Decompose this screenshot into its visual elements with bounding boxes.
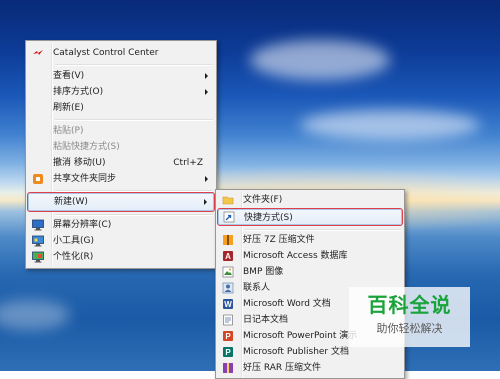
access-icon: A [222,250,234,262]
menu-item-label: 屏幕分辨率(C) [53,220,112,230]
submenu-item-rar-archive[interactable]: 好压 RAR 压缩文件 [218,360,402,376]
personalize-icon [32,251,44,263]
menu-item-label: 共享文件夹同步 [53,174,117,184]
menu-item-label: Microsoft PowerPoint 演示 [243,331,358,341]
publisher-icon: P [222,346,234,358]
menu-item-label: 粘贴(P) [53,126,84,136]
journal-icon [222,314,234,326]
bitmap-icon [222,266,234,278]
menu-item-label: 刷新(E) [53,103,84,113]
menu-item-new[interactable]: 新建(W) [27,192,215,212]
shortcut-icon [223,211,235,223]
menu-item-label: BMP 图像 [243,267,284,277]
watermark-title: 百科全说 [367,293,452,317]
menu-item-catalyst[interactable]: Catalyst Control Center [28,45,214,61]
menu-item-shortcut: Ctrl+Z [173,158,203,168]
menu-item-label: Catalyst Control Center [53,48,159,58]
cloud [300,110,480,140]
menu-item-label: 排序方式(O) [53,87,104,97]
submenu-arrow-icon [204,199,207,205]
menu-item-label: Microsoft Access 数据库 [243,251,348,261]
menu-item-share-folder-sync[interactable]: 共享文件夹同步 [28,171,214,187]
archive-icon [222,234,234,246]
contact-icon [222,282,234,294]
menu-item-label: 日记本文档 [243,315,289,325]
menu-item-personalize[interactable]: 个性化(R) [28,249,214,265]
menu-item-screen-resolution[interactable]: 屏幕分辨率(C) [28,217,214,233]
folder-icon [222,194,234,206]
menu-item-label: 粘贴快捷方式(S) [53,142,120,152]
menu-item-label: 文件夹(F) [243,195,283,205]
monitor-icon [32,219,44,231]
submenu-item-access-database[interactable]: A Microsoft Access 数据库 [218,248,402,264]
new-submenu: 文件夹(F) 快捷方式(S) 好压 7Z 压缩文件 A Microsoft Ac… [215,189,405,379]
watermark-subtitle: 助你轻松解决 [376,322,443,335]
powerpoint-icon: P [222,330,234,342]
watermark-logo: 百科全说 助你轻松解决 [349,287,470,347]
menu-item-label: 小工具(G) [53,236,94,246]
submenu-arrow-icon [205,176,208,182]
menu-separator [245,229,401,231]
menu-item-label: 联系人 [243,283,271,293]
menu-item-gadgets[interactable]: 小工具(G) [28,233,214,249]
word-icon: W [222,298,234,310]
cloud [250,40,390,80]
svg-text:A: A [225,252,231,261]
menu-item-label: Microsoft Word 文档 [243,299,331,309]
menu-item-label: 快捷方式(S) [244,213,293,223]
desktop-context-menu: Catalyst Control Center 查看(V) 排序方式(O) 刷新… [25,40,217,269]
menu-item-refresh[interactable]: 刷新(E) [28,100,214,116]
submenu-item-7z-archive[interactable]: 好压 7Z 压缩文件 [218,232,402,248]
menu-item-label: 撤消 移动(U) [53,158,106,168]
menu-item-label: 查看(V) [53,71,85,81]
menu-item-label: 好压 RAR 压缩文件 [243,363,322,373]
menu-item-paste-shortcut[interactable]: 粘贴快捷方式(S) [28,139,214,155]
submenu-arrow-icon [205,89,208,95]
menu-item-label: 个性化(R) [53,252,94,262]
archive-icon [222,362,234,374]
svg-text:P: P [225,348,231,357]
menu-item-view[interactable]: 查看(V) [28,68,214,84]
submenu-item-shortcut[interactable]: 快捷方式(S) [217,208,403,226]
submenu-item-folder[interactable]: 文件夹(F) [218,192,402,208]
menu-item-label: 好压 7Z 压缩文件 [243,235,315,245]
menu-separator [55,190,213,192]
catalyst-icon [32,47,44,59]
menu-separator [55,214,213,216]
svg-text:W: W [224,300,232,309]
gadgets-icon [32,235,44,247]
cloud [0,300,70,330]
submenu-arrow-icon [205,73,208,79]
menu-item-label: Microsoft Publisher 文档 [243,347,349,357]
submenu-item-bmp-image[interactable]: BMP 图像 [218,264,402,280]
svg-text:P: P [225,332,231,341]
sync-icon [32,173,44,185]
menu-separator [55,64,213,66]
menu-item-undo-move[interactable]: 撤消 移动(U) Ctrl+Z [28,155,214,171]
menu-item-sort-by[interactable]: 排序方式(O) [28,84,214,100]
menu-item-label: 新建(W) [54,197,88,207]
menu-item-paste[interactable]: 粘贴(P) [28,123,214,139]
menu-separator [55,119,213,121]
